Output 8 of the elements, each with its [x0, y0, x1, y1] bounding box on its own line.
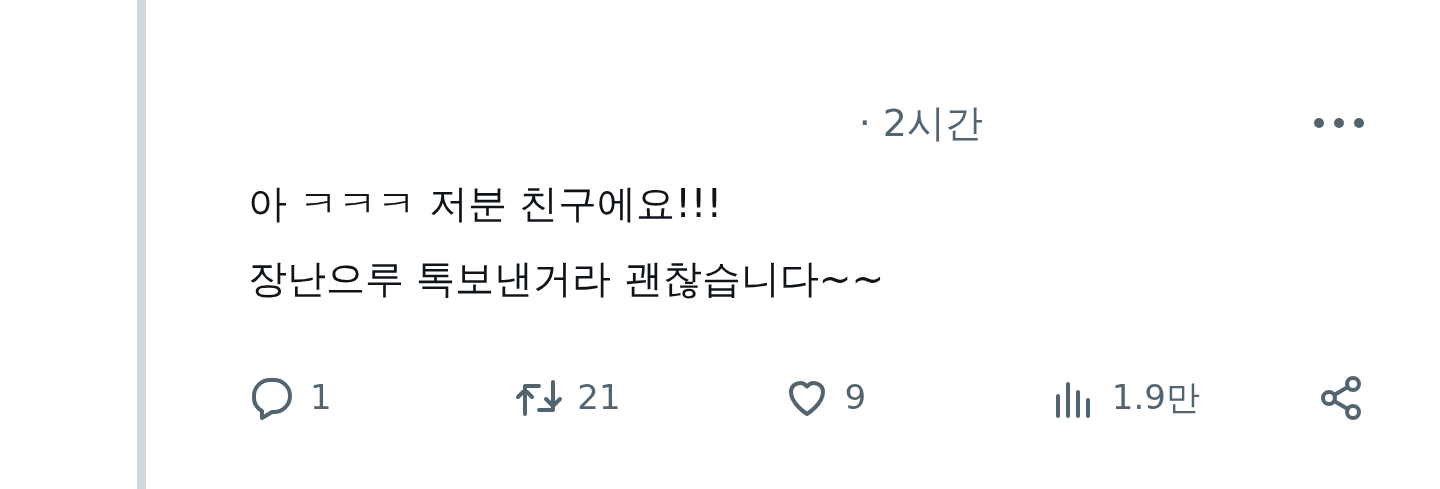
timestamp[interactable]: · 2시간 [858, 94, 983, 152]
reply-text: 장난으루 톡보낸거라 괜찮습니다~~ [248, 255, 886, 303]
reply-text: 아 ㅋㅋㅋ 저분 친구에요!!! [248, 180, 724, 228]
count: 1 [310, 376, 332, 419]
count: 9 [844, 376, 867, 419]
more-icon[interactable] [1313, 117, 1365, 129]
count: 1.9만 [1111, 376, 1200, 419]
count: 21 [577, 376, 621, 419]
